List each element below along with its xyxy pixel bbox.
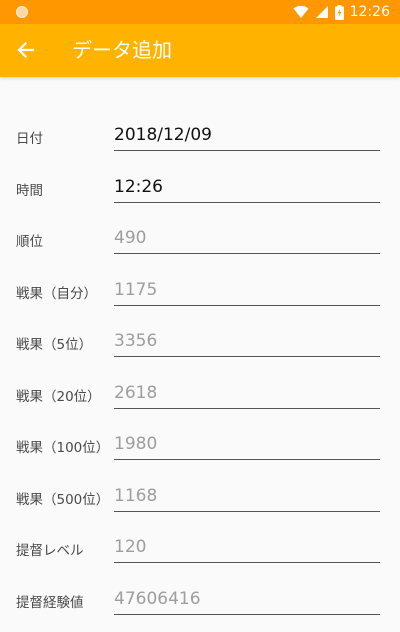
form-row: 提督レベル 120	[0, 489, 400, 563]
field-hint: 47606416	[114, 588, 201, 609]
form-row: 戦果（20位） 2618	[0, 335, 400, 409]
cell-signal-icon	[315, 6, 328, 18]
page-title: データ追加	[72, 38, 172, 62]
app-bar: データ追加	[0, 24, 400, 77]
status-icons: 12:26	[293, 0, 390, 24]
status-time: 12:26	[349, 4, 390, 20]
form-row: 戦果（5位） 3356	[0, 283, 400, 357]
form-row: 日付 2018/12/09	[0, 77, 400, 151]
form-row: 提督経験値 47606416	[0, 541, 400, 615]
form-row: 戦果（500位） 1168	[0, 438, 400, 512]
back-button[interactable]	[8, 32, 44, 68]
wifi-icon	[293, 5, 309, 19]
field-label: 提督経験値	[16, 594, 84, 611]
battery-icon	[334, 4, 344, 20]
form-row: 戦果（自分） 1175	[0, 232, 400, 306]
form-row: 順位 490	[0, 180, 400, 254]
field-underline	[114, 613, 380, 615]
admiral-exp-field[interactable]: 47606416	[114, 577, 380, 615]
form-row: 時間 12:26	[0, 129, 400, 203]
form-row: 戦果（100位） 1980	[0, 386, 400, 460]
status-bar: 12:26	[0, 0, 400, 24]
notification-dot-icon	[16, 6, 28, 18]
arrow-back-icon	[17, 41, 35, 59]
